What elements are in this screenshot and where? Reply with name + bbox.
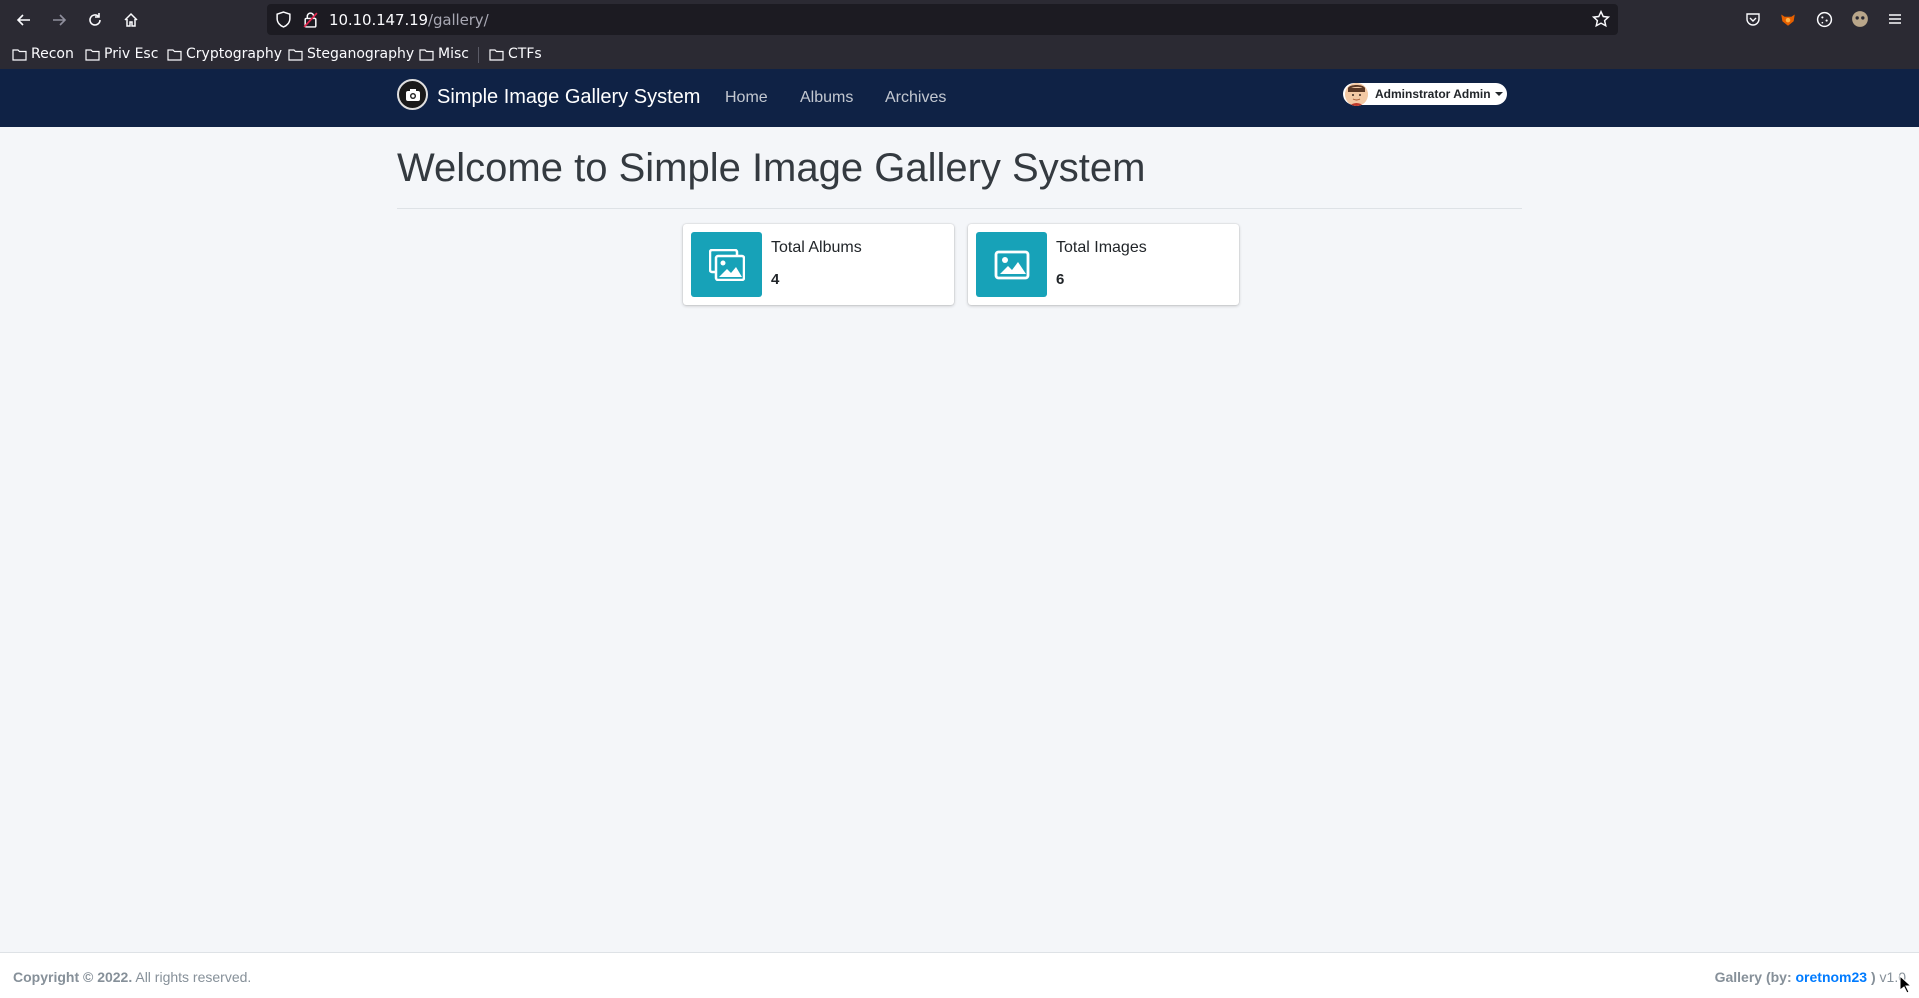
bookmark-steganography[interactable]: Steganography [288, 44, 414, 64]
info-box-value: 6 [1056, 271, 1065, 288]
url-text: 10.10.147.19/gallery/ [329, 11, 489, 29]
folder-icon [167, 48, 182, 61]
cookie-icon[interactable] [1814, 9, 1834, 29]
shield-icon [276, 11, 291, 28]
user-menu-dropdown[interactable]: Adminstrator Admin [1343, 83, 1507, 106]
bookmark-label: Priv Esc [104, 46, 159, 62]
bookmark-ctfs[interactable]: CTFs [489, 44, 542, 64]
pocket-icon[interactable] [1743, 9, 1763, 29]
chevron-down-icon [1495, 92, 1503, 96]
info-box-value: 4 [771, 271, 780, 288]
url-bar[interactable]: 10.10.147.19/gallery/ [267, 4, 1618, 35]
bookmarks-bar: Recon Priv Esc Cryptography Steganograph… [0, 39, 1919, 69]
profile-icon[interactable] [1850, 9, 1870, 29]
footer-copyright: Copyright © 2022. All rights reserved. [13, 969, 251, 985]
bookmark-label: Cryptography [186, 46, 283, 62]
star-icon[interactable] [1592, 10, 1610, 28]
mouse-cursor-icon [1899, 975, 1911, 993]
bookmark-label: Misc [438, 46, 469, 62]
copyright-text: Copyright © 2022. [13, 969, 133, 985]
info-box-label: Total Albums [771, 239, 862, 256]
images-icon [691, 232, 762, 297]
reload-icon [89, 13, 101, 26]
folder-icon [489, 48, 504, 61]
title-divider [397, 208, 1522, 209]
rights-text: All rights reserved. [132, 969, 252, 985]
folder-icon [85, 48, 100, 61]
author-link[interactable]: oretnom23 [1796, 969, 1868, 985]
image-icon [976, 232, 1047, 297]
brand-name[interactable]: Simple Image Gallery System [437, 86, 700, 109]
bookmark-recon[interactable]: Recon [12, 44, 74, 64]
bookmark-label: CTFs [508, 46, 542, 62]
hamburger-menu-icon[interactable] [1885, 9, 1905, 29]
bookmark-priv-esc[interactable]: Priv Esc [85, 44, 158, 64]
folder-icon [419, 48, 434, 61]
foxyproxy-icon[interactable] [1778, 9, 1798, 29]
bookmark-label: Steganography [307, 46, 415, 62]
nav-link-albums[interactable]: Albums [800, 89, 853, 107]
arrow-left-icon [16, 14, 30, 26]
credit-suffix: ) [1867, 969, 1876, 985]
reload-button[interactable] [83, 8, 107, 32]
bookmark-label: Recon [31, 46, 74, 62]
footer: Copyright © 2022. All rights reserved. G… [0, 952, 1919, 998]
info-box-total-albums: Total Albums 4 [683, 224, 954, 305]
info-box-label: Total Images [1056, 239, 1147, 256]
avatar [1345, 83, 1368, 106]
home-icon [124, 12, 138, 27]
back-button[interactable] [12, 8, 36, 32]
nav-link-archives[interactable]: Archives [885, 89, 946, 107]
page-title: Welcome to Simple Image Gallery System [397, 146, 1146, 190]
nav-link-home[interactable]: Home [725, 89, 768, 107]
bookmark-misc[interactable]: Misc [419, 44, 469, 64]
arrow-right-icon [53, 14, 67, 26]
info-box-total-images: Total Images 6 [968, 224, 1239, 305]
home-button[interactable] [119, 8, 143, 32]
credit-prefix: Gallery (by: [1714, 969, 1796, 985]
browser-toolbar: 10.10.147.19/gallery/ [0, 0, 1919, 39]
url-path: /gallery/ [428, 11, 489, 29]
camera-logo-icon[interactable] [397, 79, 428, 110]
folder-icon [12, 48, 27, 61]
folder-icon [288, 48, 303, 61]
bookmark-separator [478, 47, 479, 63]
url-host: 10.10.147.19 [329, 11, 428, 29]
footer-credit: Gallery (by: oretnom23 ) v1.0 [1715, 969, 1906, 985]
lock-icon [303, 12, 318, 28]
app-navbar: Simple Image Gallery System Home Albums … [0, 69, 1919, 127]
bookmark-cryptography[interactable]: Cryptography [167, 44, 282, 64]
forward-button[interactable] [47, 8, 71, 32]
user-name: Adminstrator Admin [1375, 87, 1491, 101]
